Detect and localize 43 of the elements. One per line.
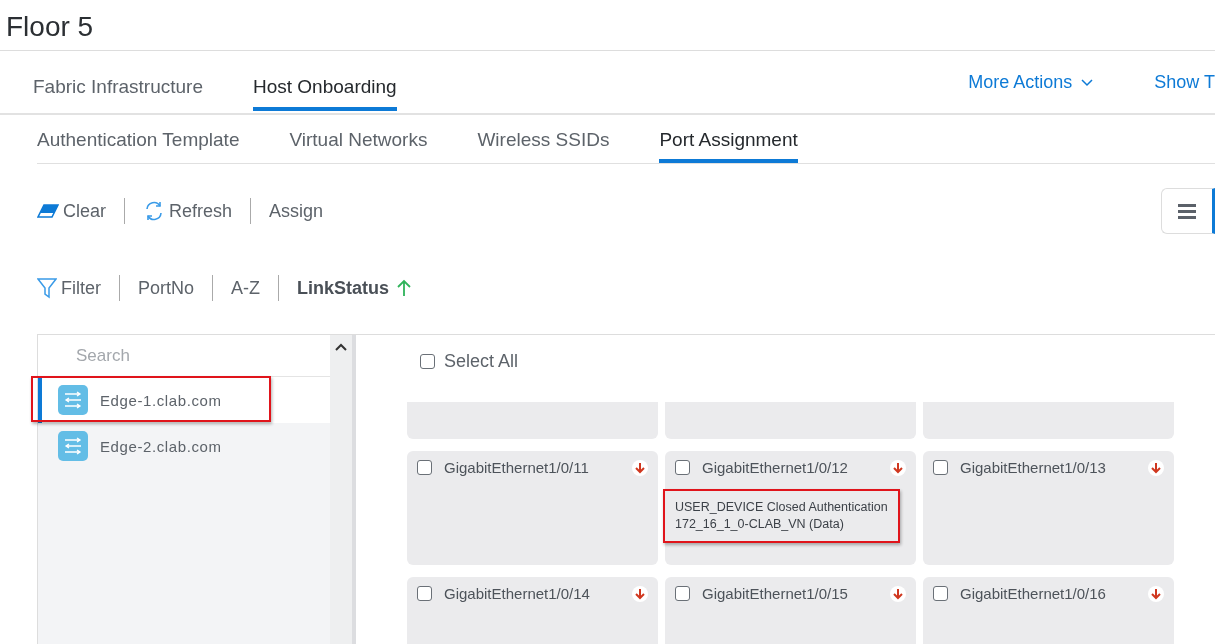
checkbox[interactable] (675, 460, 690, 475)
assignment-text: USER_DEVICE Closed Authentication 172_16_1_0-CLAB_VN (Data) (663, 489, 900, 543)
checkbox[interactable] (675, 586, 690, 601)
refresh-icon (143, 200, 165, 222)
refresh-button[interactable]: Refresh (143, 200, 233, 222)
checkbox[interactable] (420, 353, 435, 369)
port-name: GigabitEthernet1/0/11 (444, 459, 590, 476)
list-view-button[interactable] (1161, 188, 1215, 234)
device-item[interactable]: Edge-2.clab.com (38, 423, 330, 469)
port-name: GigabitEthernet1/0/15 (702, 585, 849, 602)
filter-button[interactable]: Filter (37, 277, 101, 299)
menu-icon (1178, 203, 1196, 219)
clear-button[interactable]: Clear (37, 200, 106, 222)
tab[interactable]: Port Assignment (659, 115, 798, 163)
tab[interactable]: Fabric Infrastructure (33, 51, 203, 111)
checkbox[interactable] (933, 586, 948, 601)
checkbox[interactable] (417, 460, 432, 475)
scroll-up-icon[interactable] (335, 343, 347, 351)
funnel-icon (37, 277, 57, 299)
tab[interactable]: Authentication Template (37, 115, 240, 163)
port-name: GigabitEthernet1/0/12 (702, 459, 849, 476)
sort-option[interactable]: LinkStatus (297, 277, 412, 299)
checkbox[interactable] (417, 586, 432, 601)
select-all-label: Select All (444, 350, 519, 372)
more-actions-button[interactable]: More Actions (968, 71, 1095, 93)
page-title: Floor 5 (0, 0, 1215, 51)
search-field[interactable]: Search (38, 335, 330, 377)
sort-option[interactable]: PortNo (138, 277, 195, 299)
chevron-down-icon (1080, 77, 1095, 87)
switch-icon (58, 385, 88, 415)
tab[interactable]: Host Onboarding (253, 51, 397, 111)
show-link[interactable]: Show T (1154, 71, 1215, 93)
port-name: GigabitEthernet1/0/14 (444, 585, 591, 602)
eraser-icon (37, 204, 59, 218)
tab[interactable]: Wireless SSIDs (477, 115, 610, 163)
assign-button[interactable]: Assign (269, 200, 324, 222)
port-name: GigabitEthernet1/0/16 (960, 585, 1107, 602)
port-name: GigabitEthernet1/0/13 (960, 459, 1107, 476)
switch-icon (58, 431, 88, 461)
arrow-up-icon (397, 279, 412, 297)
checkbox[interactable] (933, 460, 948, 475)
sort-option[interactable]: A-Z (231, 277, 261, 299)
tab[interactable]: Virtual Networks (289, 115, 428, 163)
